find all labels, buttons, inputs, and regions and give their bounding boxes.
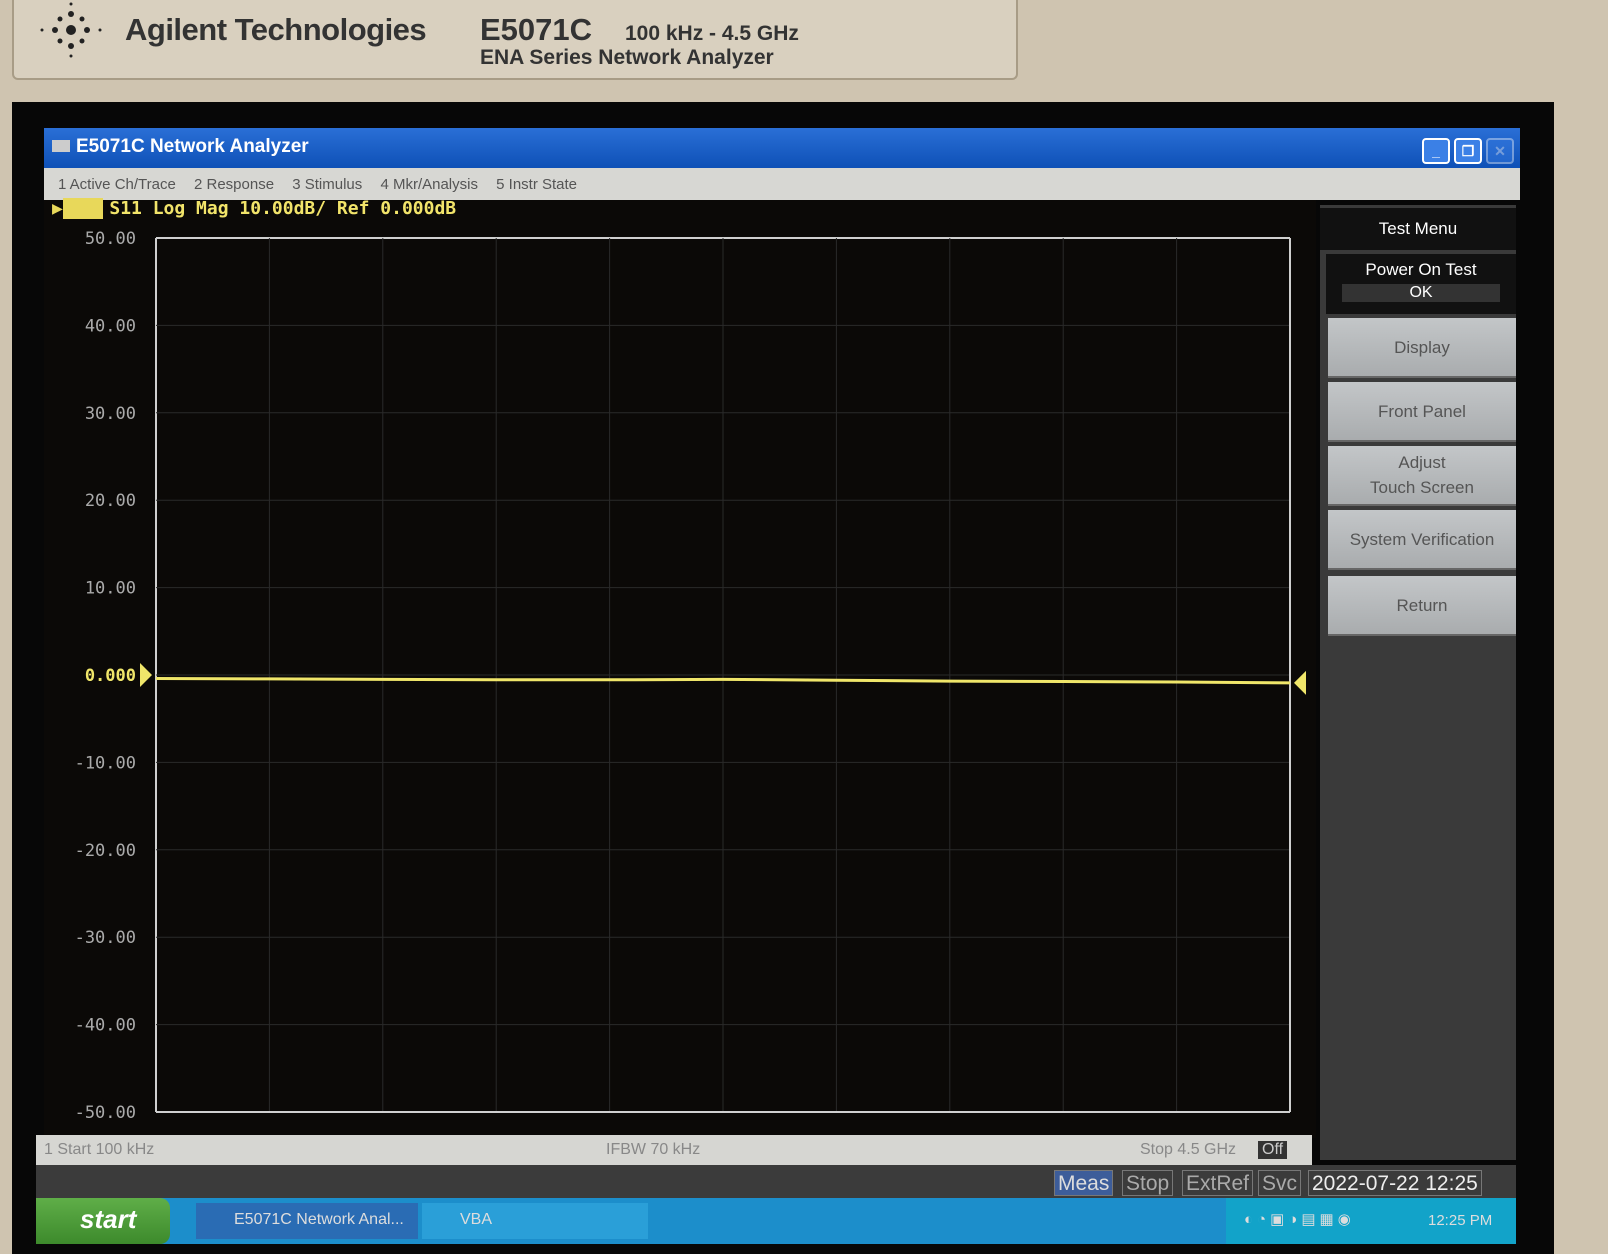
app-icon [52, 140, 70, 152]
y-tick-label: -30.00 [75, 928, 136, 948]
window-titlebar[interactable]: E5071C Network Analyzer _ ❐ ✕ [44, 128, 1520, 170]
y-tick-label: 10.00 [85, 579, 136, 599]
softkey-title: Test Menu [1320, 208, 1516, 250]
reference-marker-left [140, 663, 152, 687]
y-tick-label: 30.00 [85, 404, 136, 424]
start-frequency[interactable]: 1 Start 100 kHz [44, 1141, 154, 1159]
task-vba[interactable]: VBA [422, 1203, 648, 1239]
power-on-test: Power On Test OK [1326, 254, 1516, 314]
y-tick-label: 40.00 [85, 316, 136, 336]
series-name: ENA Series Network Analyzer [480, 46, 774, 69]
front-panel-softkey[interactable]: Front Panel [1328, 382, 1516, 442]
tray-icons[interactable]: ◐◔▣◑▤▦◉ [1244, 1210, 1355, 1228]
restore-button[interactable]: ❐ [1454, 138, 1482, 164]
ifbw[interactable]: IFBW 70 kHz [606, 1141, 700, 1159]
start-label: start [80, 1204, 137, 1234]
brand-name: Agilent Technologies [125, 12, 427, 47]
menu-mkr-analysis[interactable]: 4 Mkr/Analysis [380, 176, 478, 193]
stop-frequency[interactable]: Stop 4.5 GHz [1140, 1141, 1236, 1159]
menu-instr-state[interactable]: 5 Instr State [496, 176, 577, 193]
power-on-test-label: Power On Test [1365, 260, 1477, 279]
start-button[interactable]: start [36, 1198, 170, 1244]
menu-response[interactable]: 2 Response [194, 176, 274, 193]
y-tick-label: 20.00 [85, 491, 136, 511]
off-badge: Off [1258, 1141, 1288, 1159]
model-name: E5071C [480, 12, 593, 47]
window-title: E5071C Network Analyzer [76, 136, 309, 157]
power-on-test-status: OK [1342, 284, 1500, 302]
menu-active-ch-trace[interactable]: 1 Active Ch/Trace [58, 176, 176, 193]
clock: 12:25 PM [1428, 1212, 1493, 1229]
system-tray: ◐◔▣◑▤▦◉ 12:25 PM [1226, 1198, 1516, 1244]
trace-id[interactable]: Tr1 [62, 198, 104, 219]
close-button[interactable]: ✕ [1486, 138, 1514, 164]
agilent-logo-icon [40, 2, 102, 58]
datetime: 2022-07-22 12:25 [1308, 1170, 1482, 1196]
task-label: VBA [460, 1211, 493, 1228]
extref-status: ExtRef [1182, 1170, 1254, 1196]
adjust-touch-screen-softkey[interactable]: Adjust Touch Screen [1328, 446, 1516, 506]
display-softkey[interactable]: Display [1328, 318, 1516, 378]
menu-stimulus[interactable]: 3 Stimulus [292, 176, 362, 193]
y-tick-label: -50.00 [75, 1103, 136, 1120]
channel-status-bar: 1 Start 100 kHz IFBW 70 kHz Stop 4.5 GHz… [36, 1135, 1312, 1165]
minimize-button[interactable]: _ [1422, 138, 1450, 164]
stop-status: Stop [1122, 1170, 1174, 1196]
y-tick-label: 0.000 [85, 666, 136, 686]
task-label: E5071C Network Anal... [234, 1211, 404, 1228]
reference-marker-right [1294, 670, 1306, 695]
system-verification-softkey[interactable]: System Verification [1328, 510, 1516, 570]
task-network-analyzer[interactable]: E5071C Network Anal... [196, 1203, 418, 1239]
trace-header[interactable]: ▶ Tr1 S11 Log Mag 10.00dB/ Ref 0.000dB [52, 198, 456, 219]
meas-status: Meas [1054, 1170, 1114, 1196]
return-softkey[interactable]: Return [1328, 576, 1516, 636]
svc-status: Svc [1258, 1170, 1302, 1196]
y-tick-label: -20.00 [75, 841, 136, 861]
menu-bar: 1 Active Ch/Trace 2 Response 3 Stimulus … [44, 168, 1520, 200]
y-tick-label: -40.00 [75, 1016, 136, 1036]
y-tick-label: -10.00 [75, 753, 136, 773]
trace-label: S11 Log Mag 10.00dB/ Ref 0.000dB [109, 198, 457, 219]
y-tick-label: 50.00 [85, 229, 136, 249]
trace-plot: 50.00 40.00 30.00 20.00 10.00 0.000 -10.00 -20.… [75, 229, 1306, 1120]
frequency-range: 100 kHz - 4.5 GHz [625, 22, 799, 45]
